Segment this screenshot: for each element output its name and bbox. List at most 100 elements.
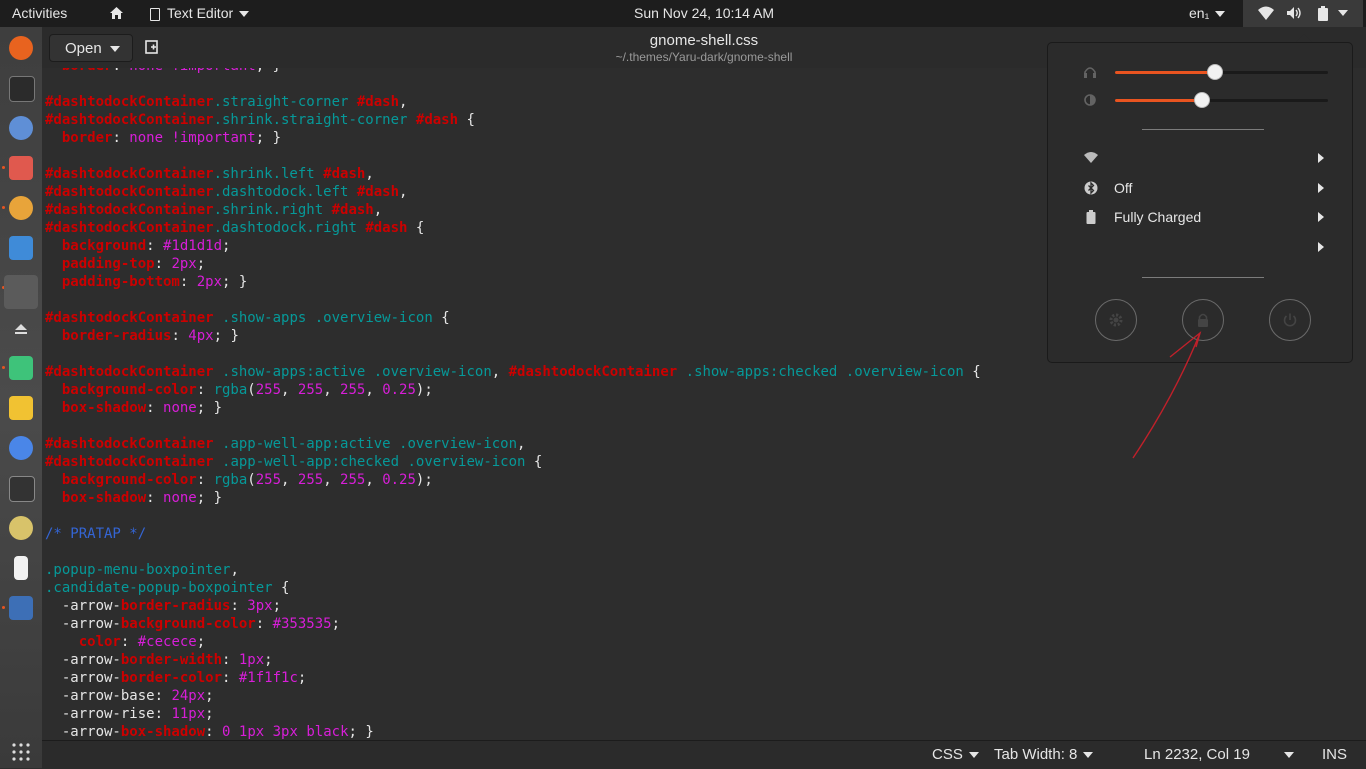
- headphones-icon: [1084, 67, 1096, 78]
- chevron-right-icon: [1318, 212, 1324, 222]
- tab-width-label: Tab Width: 8: [994, 746, 1078, 763]
- brightness-slider-fill: [1115, 99, 1203, 102]
- volume-slider-knob[interactable]: [1207, 64, 1224, 80]
- brightness-row: [1048, 88, 1354, 112]
- dock: [0, 27, 42, 768]
- battery-menu-item[interactable]: Fully Charged: [1048, 203, 1354, 231]
- code-line: -arrow-border-width: 1px;: [45, 652, 273, 668]
- brightness-slider-knob[interactable]: [1194, 92, 1211, 108]
- document-title: gnome-shell.css: [649, 32, 759, 49]
- chevron-right-icon: [1318, 153, 1324, 163]
- system-monitor-icon[interactable]: [9, 476, 35, 502]
- volume-icon: [1287, 7, 1301, 19]
- cursor-position-dropdown[interactable]: [1278, 741, 1294, 769]
- chevron-down-icon: [968, 752, 979, 759]
- code-line: -arrow-box-shadow: 0 1px 3px black; }: [45, 724, 374, 740]
- emoji-app-icon[interactable]: [9, 396, 33, 420]
- notes-icon[interactable]: [9, 356, 33, 380]
- home-icon[interactable]: [109, 0, 124, 27]
- music-player-icon[interactable]: [9, 196, 33, 220]
- new-document-icon[interactable]: [145, 40, 161, 54]
- code-line: padding-top: 2px;: [61, 256, 206, 272]
- code-line: #dashtodockContainer.shrink.left #dash,: [45, 166, 374, 182]
- code-line: border: none !important; }: [45, 68, 281, 75]
- activities-button[interactable]: Activities: [12, 0, 67, 27]
- text-editor-dock-icon[interactable]: [4, 275, 38, 309]
- chevron-down-icon: [1338, 10, 1348, 16]
- show-apps-icon[interactable]: [9, 740, 33, 764]
- power-off-button[interactable]: [1269, 299, 1311, 341]
- battery-icon: [1318, 6, 1328, 21]
- code-line: #dashtodockContainer .app-well-app:activ…: [45, 436, 526, 452]
- language-selector[interactable]: CSS: [932, 741, 979, 769]
- code-line: .popup-menu-boxpointer,: [45, 562, 239, 578]
- chevron-right-icon: [1318, 183, 1324, 193]
- code-line: background-color: rgba(255, 255, 255, 0.…: [61, 382, 433, 398]
- chevron-right-icon: [1318, 242, 1324, 252]
- battery-label: Fully Charged: [1114, 209, 1202, 225]
- code-line: background-color: rgba(255, 255, 255, 0.…: [61, 472, 433, 488]
- chevron-down-icon: [1284, 752, 1294, 759]
- keyboard-layout-indicator[interactable]: en₁: [1189, 0, 1226, 27]
- terminal-icon[interactable]: [9, 76, 35, 102]
- user-menu-item[interactable]: [1048, 233, 1354, 261]
- code-line: padding-bottom: 2px; }: [61, 274, 248, 290]
- code-line: #dashtodockContainer.shrink.straight-cor…: [45, 112, 475, 128]
- app-menu[interactable]: Text Editor: [150, 0, 250, 27]
- code-line: /* PRATAP */: [45, 526, 147, 542]
- screenshot-icon[interactable]: [9, 596, 33, 620]
- brightness-icon: [1084, 94, 1096, 106]
- system-tray[interactable]: [1243, 0, 1363, 27]
- chevron-down-icon: [110, 46, 120, 52]
- bluetooth-label: Off: [1114, 180, 1133, 196]
- code-line: #dashtodockContainer.shrink.right #dash,: [45, 202, 383, 218]
- volume-slider-fill: [1115, 71, 1216, 74]
- eject-icon[interactable]: [9, 316, 33, 340]
- brightness-slider[interactable]: [1115, 92, 1328, 108]
- document-icon[interactable]: [14, 556, 28, 580]
- system-menu: Off Fully Charged: [1047, 42, 1353, 363]
- wifi-icon: [1258, 6, 1274, 20]
- code-line: -arrow-background-color: #353535;: [45, 616, 341, 632]
- open-button-label: Open: [65, 40, 102, 57]
- power-icon: [1283, 313, 1297, 327]
- battery-icon: [1086, 210, 1096, 224]
- document-path: ~/.themes/Yaru-dark/gnome-shell: [615, 50, 793, 64]
- code-line: border-radius: 4px; }: [61, 328, 239, 344]
- running-indicator: [2, 366, 5, 369]
- bluetooth-icon: [1084, 181, 1098, 195]
- chrome-icon[interactable]: [9, 436, 33, 460]
- code-line: box-shadow: none; }: [61, 400, 223, 416]
- code-line: -arrow-base: 24px;: [45, 688, 214, 704]
- volume-row: [1048, 60, 1354, 84]
- code-line: #dashtodockContainer.dashtodock.left #da…: [45, 184, 408, 200]
- tab-width-selector[interactable]: Tab Width: 8: [994, 741, 1094, 769]
- code-line: box-shadow: none; }: [61, 490, 223, 506]
- software-icon[interactable]: [9, 236, 33, 260]
- code-line: -arrow-border-radius: 3px;: [45, 598, 282, 614]
- clock[interactable]: Sun Nov 24, 10:14 AM: [634, 0, 774, 27]
- wifi-menu-item[interactable]: [1048, 144, 1354, 172]
- running-indicator: [2, 206, 5, 209]
- code-line: -arrow-border-color: #1f1f1c;: [45, 670, 307, 686]
- status-bar: CSS Tab Width: 8 Ln 2232, Col 19 INS: [42, 740, 1366, 769]
- code-line: #dashtodockContainer .app-well-app:check…: [45, 454, 543, 470]
- code-line: border: none !important; }: [61, 130, 282, 146]
- open-button[interactable]: Open: [49, 34, 133, 62]
- running-indicator: [2, 166, 5, 169]
- cursor-position-selector[interactable]: Ln 2232, Col 19: [1144, 741, 1250, 769]
- keyboard-layout-label: en₁: [1189, 5, 1210, 21]
- cheese-icon[interactable]: [9, 516, 33, 540]
- code-line: #dashtodockContainer.straight-corner #da…: [45, 94, 408, 110]
- mail-icon[interactable]: [9, 116, 33, 140]
- chevron-down-icon: [1215, 11, 1226, 18]
- volume-slider[interactable]: [1115, 64, 1328, 80]
- separator: [1142, 277, 1264, 278]
- code-line: #dashtodockContainer.dashtodock.right #d…: [45, 220, 425, 236]
- insert-mode-indicator: INS: [1322, 746, 1348, 763]
- code-line: color: #cecece;: [78, 634, 206, 650]
- files-icon[interactable]: [9, 156, 33, 180]
- chevron-down-icon: [239, 11, 250, 18]
- bluetooth-menu-item[interactable]: Off: [1048, 174, 1354, 202]
- firefox-icon[interactable]: [9, 36, 33, 60]
